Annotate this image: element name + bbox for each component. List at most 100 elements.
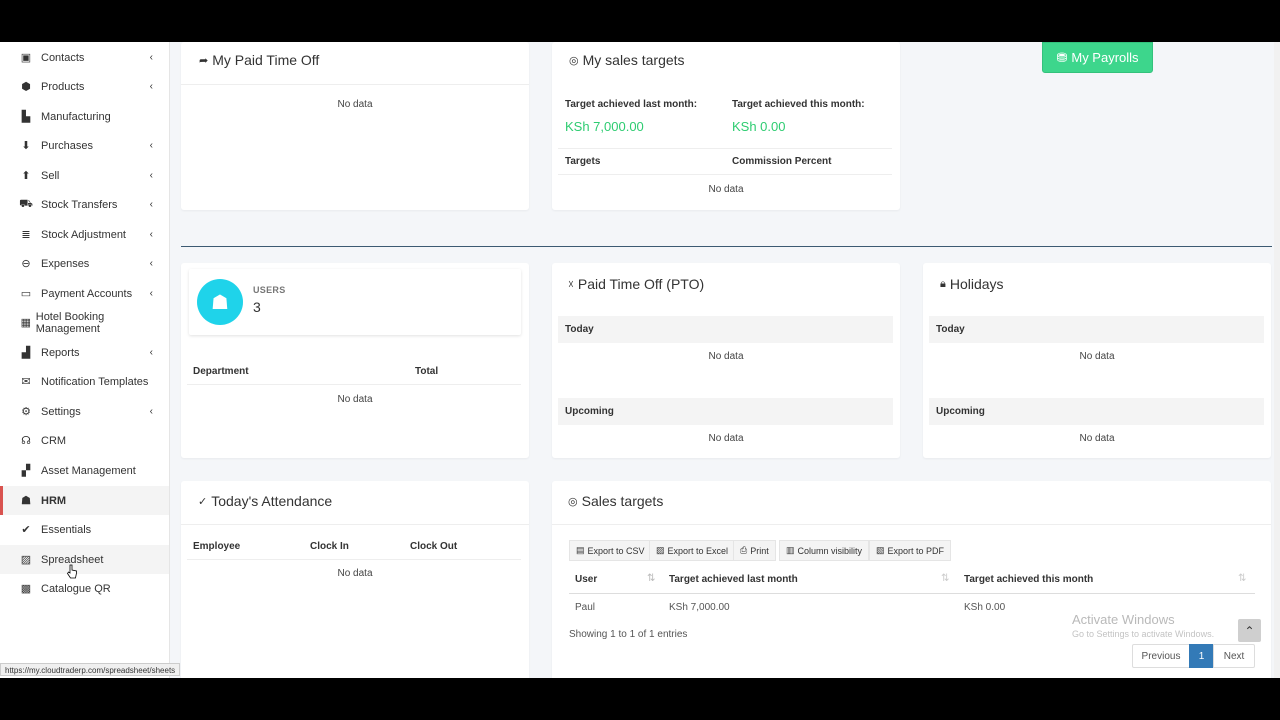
col-target-this-month[interactable]: Target achieved this month	[964, 574, 1093, 585]
sidebar-item-label: HRM	[41, 494, 67, 507]
export-excel-button[interactable]: ▨ Export to Excel	[649, 540, 736, 561]
card-title: 🔒︎ Holidays	[940, 276, 1004, 292]
sidebar-item-hrm[interactable]: ☗ HRM	[0, 486, 169, 515]
sidebar-item-label: Expenses	[41, 257, 90, 270]
sidebar-item-manufacturing[interactable]: ▙ Manufacturing	[0, 102, 169, 131]
users-count: 3	[253, 299, 261, 315]
bullseye-icon: ◎	[568, 495, 578, 508]
pagination-page-1[interactable]: 1	[1189, 644, 1214, 668]
divider	[181, 524, 529, 525]
no-data-text: No data	[1079, 433, 1115, 444]
scrollbar[interactable]	[1274, 42, 1280, 678]
sidebar-item-label: Asset Management	[41, 464, 136, 477]
col-commission-percent: Commission Percent	[732, 156, 832, 167]
col-user[interactable]: User	[575, 574, 597, 585]
boxes-icon: ▞	[21, 465, 31, 477]
this-month-label: Target achieved this month:	[732, 99, 865, 110]
column-visibility-button[interactable]: ▥ Column visibility	[779, 540, 870, 561]
sort-icon[interactable]: ⇅	[1238, 573, 1246, 584]
sidebar-item-label: Notification Templates	[41, 375, 149, 388]
print-icon: ⎙	[740, 545, 748, 555]
sidebar-item-label: Hotel Booking Management	[35, 310, 105, 335]
bullseye-icon: ◎	[569, 54, 579, 67]
table-info: Showing 1 to 1 of 1 entries	[569, 629, 688, 640]
divider	[558, 148, 892, 149]
sidebar-item-label: Manufacturing	[41, 110, 111, 123]
sidebar-item-settings[interactable]: ⚙ Settings ‹	[0, 397, 169, 426]
user-times-icon: ☓	[568, 278, 574, 291]
upcoming-label: Upcoming	[565, 406, 614, 417]
col-total: Total	[415, 366, 439, 377]
divider	[558, 174, 892, 175]
cog-icon: ⚙	[21, 406, 31, 418]
upcoming-label: Upcoming	[936, 406, 985, 417]
user-check-icon: ✓	[198, 495, 208, 508]
chevron-left-icon: ‹	[149, 140, 153, 151]
sidebar-item-catalogue-qr[interactable]: ▩ Catalogue QR	[0, 574, 169, 603]
today-row	[558, 316, 893, 343]
arrow-circle-up-icon: ⬆	[21, 170, 31, 182]
chart-bar-icon: ▟	[21, 347, 31, 359]
sidebar-item-crm[interactable]: ☊ CRM	[0, 426, 169, 455]
my-payrolls-label: My Payrolls	[1071, 50, 1139, 65]
users-icon: ☗	[21, 495, 31, 507]
sidebar-item-essentials[interactable]: ✔ Essentials	[0, 515, 169, 544]
database-icon: ≣	[21, 229, 31, 241]
card-title: ◎ Sales targets	[568, 493, 663, 509]
chevron-left-icon: ‹	[149, 406, 153, 417]
col-target-last-month[interactable]: Target achieved last month	[669, 574, 798, 585]
this-month-value: KSh 0.00	[732, 119, 786, 134]
lock-icon: 🔒︎	[940, 277, 946, 290]
sidebar-item-label: Products	[41, 80, 85, 93]
sidebar-item-expenses[interactable]: ⊖ Expenses ‹	[0, 249, 169, 278]
export-pdf-button[interactable]: ▧ Export to PDF	[869, 540, 952, 561]
sidebar-item-label: Settings	[41, 405, 81, 418]
pagination-previous[interactable]: Previous	[1132, 644, 1190, 668]
money-bill-icon: ▭	[20, 288, 32, 300]
chevron-left-icon: ‹	[149, 170, 153, 181]
table-cell-user: Paul	[575, 602, 596, 613]
hotel-icon: ▦	[20, 317, 32, 329]
sidebar-item-hotel-booking[interactable]: ▦ Hotel Booking Management	[0, 308, 169, 337]
col-clock-out: Clock Out	[410, 541, 458, 552]
file-excel-icon: ▨	[20, 554, 32, 566]
sidebar-item-purchases[interactable]: ⬇ Purchases ‹	[0, 131, 169, 160]
chevron-up-icon: ⌃	[1244, 623, 1255, 638]
my-sales-targets-card: ◎ My sales targets Target achieved last m…	[552, 42, 900, 210]
sidebar-item-label: Contacts	[41, 51, 85, 64]
sidebar-item-products[interactable]: ⬢ Products ‹	[0, 72, 169, 101]
no-data-text: No data	[708, 433, 744, 444]
sidebar-item-sell[interactable]: ⬆ Sell ‹	[0, 161, 169, 190]
sidebar-item-reports[interactable]: ▟ Reports ‹	[0, 338, 169, 367]
card-title-text: Today's Attendance	[211, 493, 333, 509]
sort-icon[interactable]: ⇅	[647, 573, 655, 584]
sidebar-item-asset-management[interactable]: ▞ Asset Management	[0, 456, 169, 485]
cubes-icon: ⬢	[21, 81, 31, 93]
sidebar-item-stock-transfers[interactable]: ⛟ Stock Transfers ‹	[0, 190, 169, 219]
scroll-to-top-button[interactable]: ⌃	[1238, 619, 1261, 642]
file-pdf-icon: ▧	[876, 545, 885, 555]
sidebar-item-stock-adjustment[interactable]: ≣ Stock Adjustment ‹	[0, 220, 169, 249]
columns-icon: ▥	[786, 545, 795, 555]
my-payrolls-button[interactable]: ⛃ My Payrolls	[1042, 42, 1153, 73]
card-title-text: Sales targets	[581, 493, 664, 509]
address-book-icon: ▣	[20, 52, 32, 64]
windows-watermark-title: Activate Windows	[1072, 612, 1175, 627]
sidebar-item-notification-templates[interactable]: ✉ Notification Templates	[0, 367, 169, 396]
pagination-next[interactable]: Next	[1213, 644, 1255, 668]
sidebar-item-contacts[interactable]: ▣ Contacts ‹	[0, 43, 169, 72]
today-label: Today	[936, 324, 965, 335]
export-csv-button[interactable]: ▤ Export to CSV	[569, 540, 652, 561]
table-cell-this-month: KSh 0.00	[964, 602, 1006, 613]
sidebar-item-label: Stock Adjustment	[41, 228, 126, 241]
print-button[interactable]: ⎙ Print	[733, 540, 776, 561]
users-label: USERS	[253, 285, 286, 295]
sidebar-item-payment-accounts[interactable]: ▭ Payment Accounts ‹	[0, 279, 169, 308]
table-cell-last-month: KSh 7,000.00	[669, 602, 730, 613]
sidebar-item-spreadsheet[interactable]: ▨ Spreadsheet	[0, 545, 169, 574]
sidebar: ▣ Contacts ‹ ⬢ Products ‹ ▙ Manufacturing ⬇ Pu…	[0, 42, 181, 678]
broadcast-tower-icon: ☊	[21, 435, 31, 447]
sort-icon[interactable]: ⇅	[941, 573, 949, 584]
last-month-value: KSh 7,000.00	[565, 119, 644, 134]
users-card: ☗ USERS 3 Department Total No data	[181, 263, 529, 458]
